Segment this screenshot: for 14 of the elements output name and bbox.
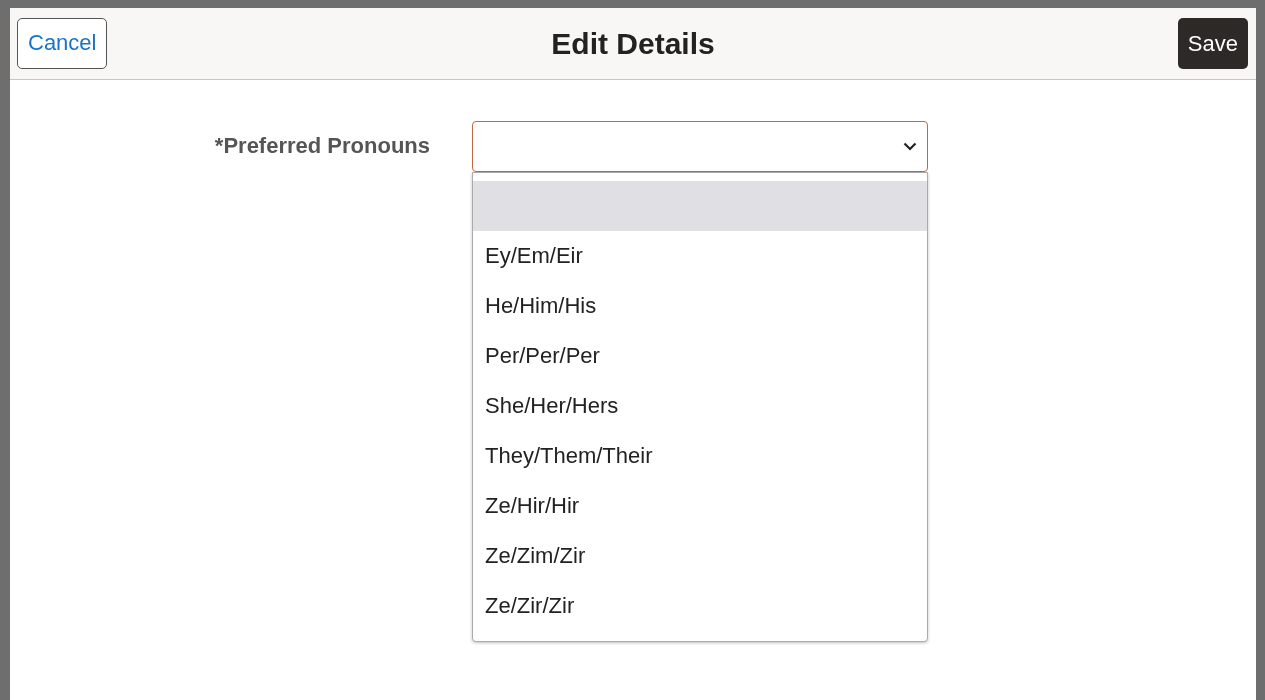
field-label: *Preferred Pronouns: [213, 132, 431, 160]
dialog-title: Edit Details: [551, 25, 715, 62]
dropdown-option[interactable]: Per/Per/Per: [473, 331, 927, 381]
pronouns-dropdown[interactable]: [472, 121, 928, 172]
dropdown-option[interactable]: Ze/Hir/Hir: [473, 481, 927, 531]
dropdown-option[interactable]: They/Them/Their: [473, 431, 927, 481]
cancel-button[interactable]: Cancel: [17, 18, 108, 69]
dropdown-option[interactable]: Ze/Zir/Zir: [473, 581, 927, 631]
dropdown-option[interactable]: Ey/Em/Eir: [473, 231, 927, 281]
dropdown-option[interactable]: Ze/Zim/Zir: [473, 531, 927, 581]
chevron-down-icon: [903, 142, 917, 151]
save-button[interactable]: Save: [1177, 17, 1248, 70]
dropdown-option[interactable]: He/Him/His: [473, 281, 927, 331]
dropdown-option[interactable]: She/Her/Hers: [473, 381, 927, 431]
